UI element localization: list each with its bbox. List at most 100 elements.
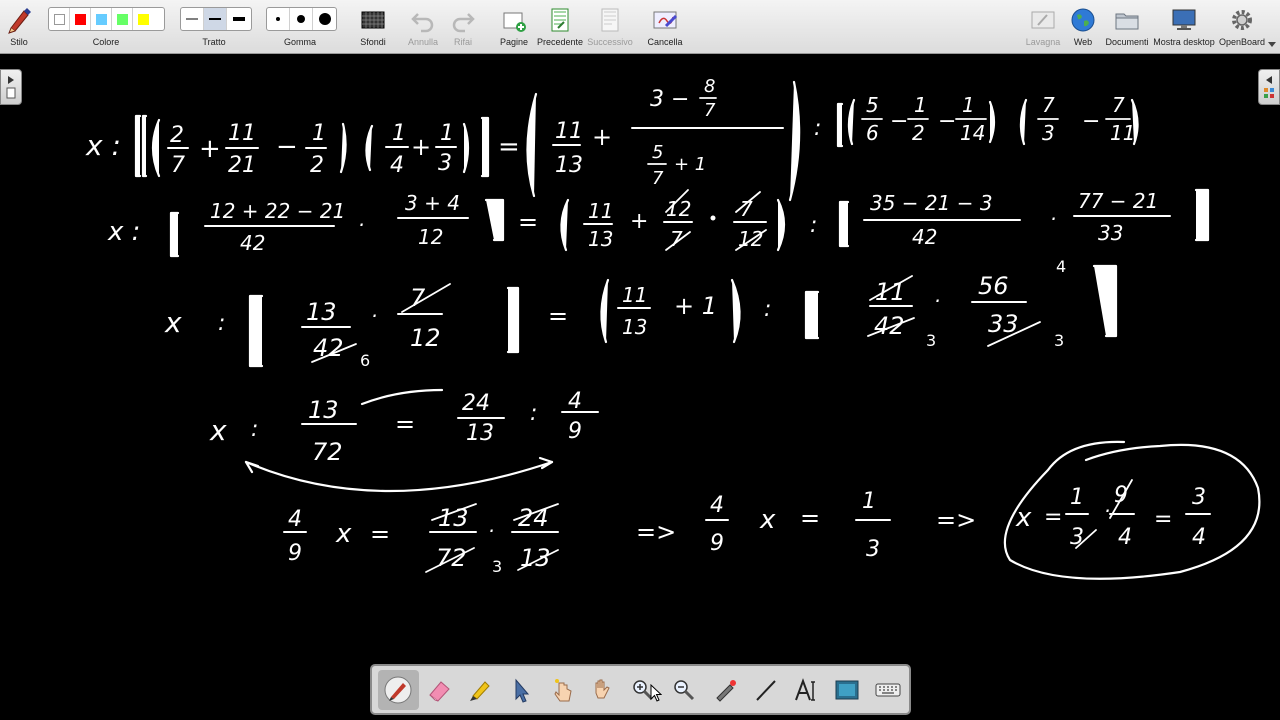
redo-icon[interactable] [449, 6, 477, 34]
stroke-medium[interactable] [204, 8, 227, 30]
interact-icon [553, 678, 572, 701]
svg-text:13: 13 [588, 227, 613, 251]
svg-text:77 − 21: 77 − 21 [1078, 189, 1158, 213]
svg-text:3: 3 [866, 537, 880, 562]
clear-page-icon[interactable] [651, 6, 679, 34]
new-page-icon[interactable] [500, 6, 528, 34]
color-picker [48, 7, 165, 31]
svg-text:1: 1 [1070, 485, 1084, 510]
eraser-small[interactable] [267, 8, 290, 30]
svg-text:=: = [498, 132, 520, 162]
globe-icon[interactable] [1069, 6, 1097, 34]
svg-text:13: 13 [466, 421, 494, 446]
equation-line-4: x: 13 72 = 24 13 : 4 9 [209, 389, 599, 466]
color-blue[interactable] [91, 8, 112, 30]
pen-tool[interactable] [378, 669, 419, 710]
selector-tool[interactable] [500, 670, 541, 710]
svg-text:3: 3 [1192, 485, 1206, 510]
svg-text:1: 1 [862, 489, 876, 514]
svg-text:7: 7 [652, 168, 664, 189]
whiteboard-canvas[interactable]: x : 27 + 11 21 − 12 14 + 13 = 11 13 + 3 −8… [0, 55, 1280, 720]
yellow-swatch [138, 13, 149, 25]
right-sidebar-toggle[interactable] [1258, 69, 1280, 105]
stroke-thick[interactable] [227, 8, 250, 30]
svg-text:·: · [934, 289, 940, 313]
svg-text:·: · [1050, 207, 1056, 231]
marker-tool[interactable] [460, 670, 501, 710]
svg-text:5: 5 [866, 93, 879, 117]
board-icon[interactable] [1029, 6, 1057, 34]
stylus-palette [370, 664, 911, 715]
svg-text:13: 13 [622, 315, 647, 339]
stroke-thin[interactable] [181, 8, 204, 30]
svg-text:=: = [370, 520, 390, 548]
red-swatch [74, 13, 86, 25]
capture-icon [835, 680, 859, 699]
line-tool[interactable] [745, 670, 786, 710]
previous-page-icon[interactable] [546, 6, 574, 34]
color-red[interactable] [70, 8, 91, 30]
eraser-tool[interactable] [419, 670, 460, 710]
svg-text:11: 11 [588, 199, 613, 223]
svg-text:13: 13 [555, 153, 583, 178]
next-page-icon[interactable] [596, 6, 624, 34]
svg-text::: : [530, 401, 537, 426]
color-yellow[interactable] [133, 8, 154, 30]
capture-tool[interactable] [827, 670, 868, 710]
color-white[interactable] [49, 8, 70, 30]
svg-text:x: x [335, 519, 352, 549]
svg-text:=: = [1044, 505, 1062, 530]
interact-tool[interactable] [541, 670, 582, 710]
svg-text:·: · [358, 213, 364, 237]
svg-text:33: 33 [1098, 221, 1123, 245]
eraser-medium[interactable] [290, 8, 313, 30]
svg-text:+: + [630, 209, 648, 234]
svg-text:7: 7 [410, 284, 426, 312]
gear-icon[interactable] [1228, 6, 1256, 34]
rifai-label: Rifai [453, 37, 473, 47]
svg-text:x: x [164, 306, 182, 339]
svg-text:12 + 22 − 21: 12 + 22 − 21 [210, 199, 345, 223]
text-tool[interactable] [786, 670, 827, 710]
zoom-out-tool[interactable] [664, 670, 705, 710]
pagine-label: Pagine [499, 37, 529, 47]
svg-text:4: 4 [288, 507, 302, 532]
left-sidebar-toggle[interactable] [0, 69, 22, 105]
laser-pointer-tool[interactable] [704, 670, 745, 710]
svg-text::: : [251, 417, 258, 442]
eraser-size-picker [266, 7, 337, 31]
stilo-label: Stilo [10, 37, 28, 47]
stylus-icon[interactable] [5, 6, 33, 34]
svg-text:3: 3 [438, 151, 452, 176]
svg-text:3 −: 3 − [650, 87, 689, 112]
svg-text:24: 24 [462, 391, 490, 416]
monitor-icon[interactable] [1170, 6, 1198, 34]
dropdown-arrow-icon[interactable] [1268, 42, 1276, 48]
svg-text:11: 11 [622, 283, 647, 307]
virtual-keyboard-tool[interactable] [868, 670, 909, 710]
svg-text:4: 4 [568, 389, 582, 414]
pen-icon [384, 676, 412, 703]
svg-text:6: 6 [360, 351, 370, 370]
svg-text:2: 2 [912, 121, 925, 145]
svg-text:42: 42 [912, 225, 937, 249]
svg-text:·: · [488, 519, 494, 543]
svg-text:−: − [890, 109, 908, 134]
gomma-label: Gomma [283, 37, 317, 47]
svg-text:13: 13 [520, 544, 551, 572]
svg-text:42: 42 [874, 312, 905, 340]
eraser-large[interactable] [313, 8, 336, 30]
color-green[interactable] [112, 8, 133, 30]
svg-text:1: 1 [312, 121, 326, 146]
svg-text:1: 1 [440, 121, 454, 146]
web-label: Web [1073, 37, 1093, 47]
folder-icon[interactable] [1113, 6, 1141, 34]
hand-tool[interactable] [582, 670, 623, 710]
svg-text:1: 1 [392, 121, 406, 146]
blue-swatch [95, 13, 107, 25]
undo-icon[interactable] [409, 6, 437, 34]
svg-text:42: 42 [313, 334, 344, 362]
documenti-label: Documenti [1105, 37, 1149, 47]
eraser-icon [429, 680, 450, 702]
background-grid-icon[interactable] [359, 6, 387, 34]
